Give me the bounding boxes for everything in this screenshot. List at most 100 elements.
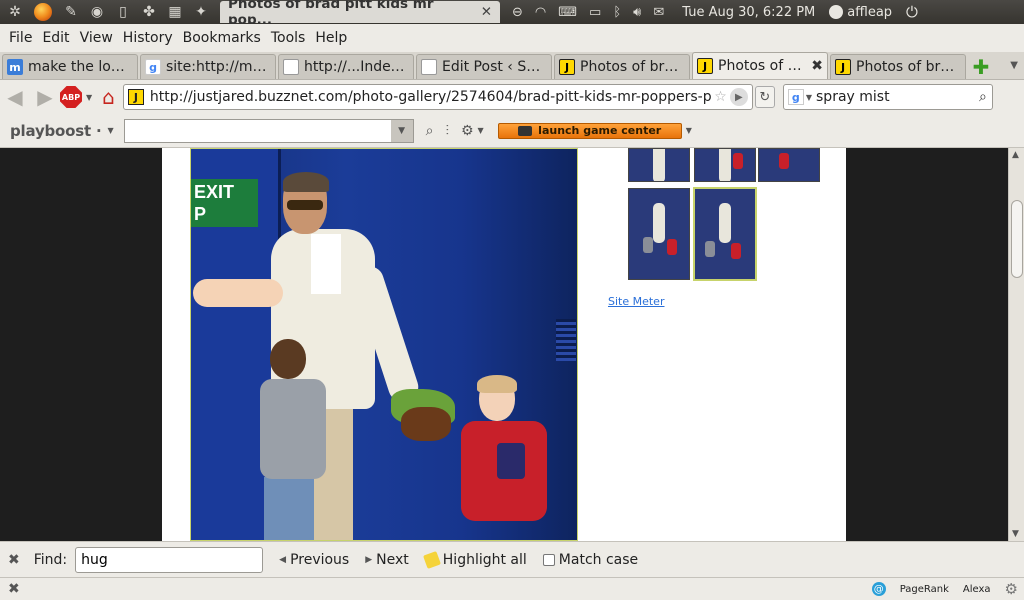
tab-index[interactable]: http://...Index=3 [278,54,414,79]
scroll-down-icon[interactable]: ▼ [1012,529,1019,539]
wifi-icon[interactable]: ◠ [535,5,546,20]
pagerank-label[interactable]: PageRank [900,584,949,595]
find-close-icon[interactable]: ✖ [8,552,20,568]
search-query[interactable]: spray mist [816,89,979,105]
minimize-icon[interactable]: ⊖ [512,5,523,20]
tab-photos-active[interactable]: J Photos of b... ✖ [692,52,828,79]
tab-photos-3[interactable]: J Photos of brad... [830,54,966,79]
system-tray: ⊖ ◠ ⌨ ▭ ᛒ 🔊︎ ✉ Tue Aug 30, 6:22 PM [512,5,815,20]
keyboard-icon[interactable]: ⌨ [558,5,577,20]
gear-icon[interactable]: ⚙ [461,123,474,139]
find-input[interactable] [75,546,264,573]
home-icon[interactable]: ⌂ [102,85,115,109]
gear-dropdown-icon[interactable]: ▼ [478,126,484,135]
menu-file[interactable]: File [4,30,37,46]
search-icon[interactable]: ⌕ [979,89,987,105]
photo-toy-plush [401,407,451,441]
tab-label: make the logo... [28,59,133,75]
forward-arrow-icon[interactable]: ▶ [30,83,60,111]
thumb-figure [779,153,789,169]
at-sign-icon[interactable]: @ [871,582,886,596]
checkbox-icon[interactable] [542,553,555,566]
brand-dropdown-icon[interactable]: ▼ [107,126,113,135]
window-title-tab[interactable]: Photos of brad pitt kids mr pop... ✕ [220,0,500,28]
usb-launcher-icon[interactable]: ▯ [112,1,134,23]
find-previous-button[interactable]: ◀ Previous [279,552,349,568]
site-meter-link[interactable]: Site Meter [608,295,664,308]
find-next-label: Next [376,551,409,568]
ubuntu-menu-icon[interactable]: ✲ [4,1,26,23]
text-editor-launcher-icon[interactable]: ✎ [60,1,82,23]
scrollbar-thumb[interactable] [1011,200,1023,278]
gallery-page: EXIT P CLEAR [162,148,846,541]
boy-hoodie-logo [497,443,525,479]
match-case-checkbox[interactable]: Match case [542,551,639,568]
search-bar[interactable]: g ▼ spray mist ⌕ [782,84,993,110]
playboost-toolbar: playboost · ▼ ▼ ⌕ ⫶ ⚙ ▼ launch game cent… [0,114,1024,148]
battery-icon[interactable]: ▭ [589,5,601,20]
adblock-dropdown-icon[interactable]: ▼ [86,93,92,102]
clock[interactable]: Tue Aug 30, 6:22 PM [682,5,815,20]
gallery-thumbnail[interactable] [628,188,690,280]
alexa-label[interactable]: Alexa [963,584,991,595]
main-photo[interactable]: EXIT P CLEAR [190,148,578,541]
statusbar-close-icon[interactable]: ✖ [8,581,20,597]
user-menu[interactable]: affleap [829,5,892,20]
tab-site-search[interactable]: g site:http://mak... [140,54,276,79]
power-icon[interactable]: ⏻ [906,3,918,21]
tab-close-icon[interactable]: ✖ [811,58,823,74]
search-engine-dropdown-icon[interactable]: ▼ [806,93,812,102]
vertical-scrollbar[interactable]: ▲ ▼ [1008,148,1024,541]
menu-tools[interactable]: Tools [266,30,311,46]
game-center-dropdown-icon[interactable]: ▼ [686,126,692,135]
settings-launcher-icon[interactable]: ✤ [138,1,160,23]
gallery-thumbnail[interactable] [628,148,690,182]
gear-icon[interactable]: ⚙ [1005,580,1018,598]
tab-scroll-down-icon[interactable]: ▼ [1010,60,1018,71]
bluetooth-icon[interactable]: ᛒ [613,5,621,20]
volume-icon[interactable]: 🔊︎ [633,5,641,20]
gallery-thumbnail-selected[interactable] [693,187,757,281]
document-favicon-icon [421,59,437,75]
exit-sign-line1: EXIT [194,182,235,202]
menu-help[interactable]: Help [310,30,352,46]
tab-edit-post[interactable]: Edit Post ‹ Spo... [416,54,552,79]
menu-history[interactable]: History [118,30,178,46]
playboost-search-combo[interactable]: ▼ [123,118,414,143]
gallery-thumbnail[interactable] [758,148,820,182]
tab-make-the-logo[interactable]: m make the logo... [2,54,138,79]
firefox-launcher-icon[interactable] [30,1,56,23]
launch-game-center-button[interactable]: launch game center [497,122,682,139]
disk-launcher-icon[interactable]: ◉ [86,1,108,23]
menu-view[interactable]: View [75,30,118,46]
go-icon[interactable]: ▶ [729,88,748,106]
justjared-favicon-icon: J [559,59,575,75]
scroll-up-icon[interactable]: ▲ [1012,150,1019,160]
url-bar[interactable]: J http://justjared.buzznet.com/photo-gal… [122,84,753,110]
tab-photos-1[interactable]: J Photos of brad... [554,54,690,79]
mail-icon[interactable]: ✉ [653,5,664,20]
match-case-label: Match case [558,551,639,568]
bookmark-star-icon[interactable]: ☆ [714,89,727,105]
magnifier-icon[interactable]: ⌕ [426,123,434,139]
justjared-favicon-icon: J [835,59,851,75]
tab-label: http://...Index=3 [304,59,409,75]
menu-bookmarks[interactable]: Bookmarks [178,30,266,46]
playboost-brand[interactable]: playboost · [10,122,102,140]
url-text[interactable]: http://justjared.buzznet.com/photo-galle… [150,89,711,105]
new-tab-plus-icon[interactable]: ✚ [968,54,994,79]
gallery-thumbnail[interactable] [694,148,756,182]
adblock-icon[interactable]: ABP [60,86,82,108]
previous-arrow-icon: ◀ [279,554,287,565]
google-search-engine-icon[interactable]: g [787,89,804,105]
user-status-icon [829,5,844,19]
find-next-button[interactable]: ▶ Next [365,552,409,568]
network-launcher-icon[interactable]: ✦ [190,1,212,23]
reload-icon[interactable]: ↻ [754,86,775,108]
highlight-all-button[interactable]: Highlight all [422,550,527,569]
terminal-launcher-icon[interactable]: ▦ [164,1,186,23]
back-arrow-icon[interactable]: ◀ [0,83,30,111]
menu-edit[interactable]: Edit [37,30,74,46]
close-icon[interactable]: ✕ [481,4,492,20]
combo-dropdown-icon[interactable]: ▼ [390,119,413,142]
